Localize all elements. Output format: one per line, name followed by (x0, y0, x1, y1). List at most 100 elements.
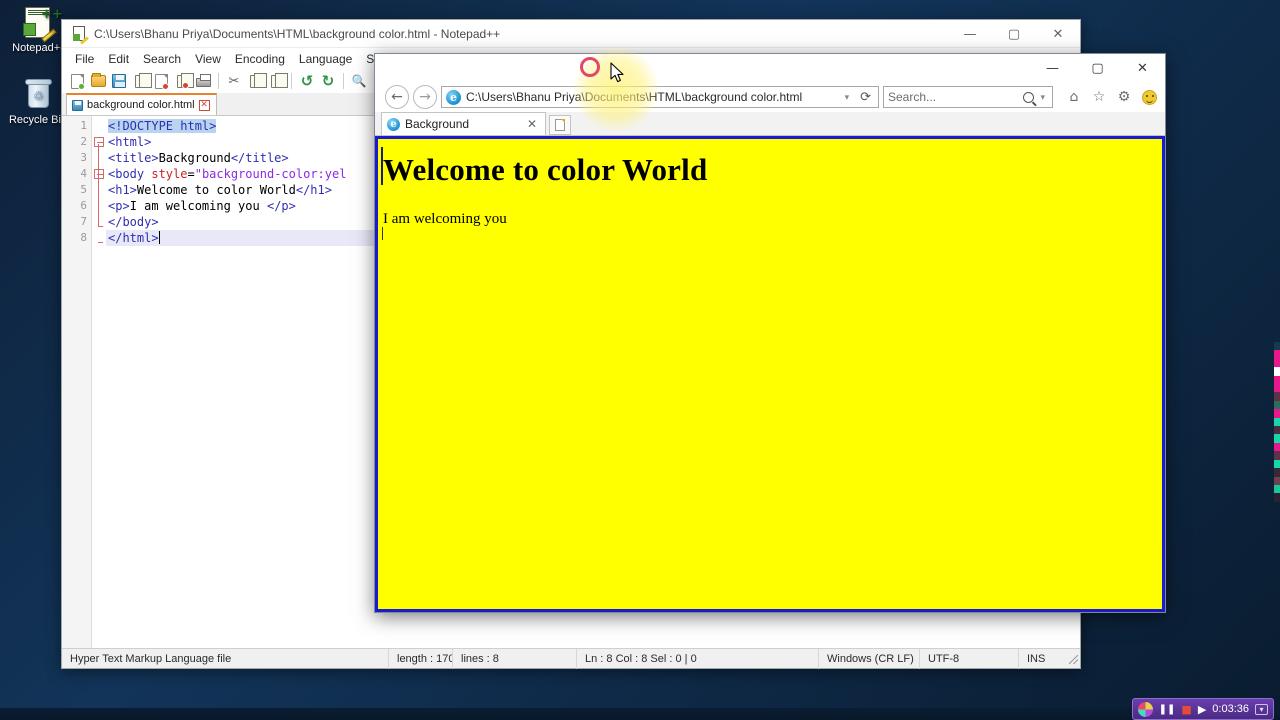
menu-language[interactable]: Language (292, 50, 359, 68)
notepadpp-titlebar[interactable]: C:\Users\Bhanu Priya\Documents\HTML\back… (62, 20, 1080, 48)
notepadpp-statusbar: Hyper Text Markup Language file length :… (62, 648, 1080, 669)
redo-icon[interactable]: ↻ (318, 71, 338, 91)
code-token: <body (108, 167, 152, 181)
timeline-segment (1274, 400, 1280, 410)
timeline-segment (1274, 384, 1280, 393)
recorder-stop-button[interactable]: ■ (1181, 703, 1191, 716)
internet-explorer-icon: e (446, 89, 461, 105)
copy-icon[interactable] (245, 71, 267, 91)
text-cursor-secondary (382, 227, 383, 240)
forward-button-icon[interactable]: → (413, 85, 437, 109)
resize-grip[interactable] (1066, 652, 1080, 666)
new-tab-icon (555, 119, 565, 131)
browser-tool-icons: ⌂ ☆ ⚙ (1057, 87, 1159, 107)
video-timeline-strip (1274, 342, 1280, 502)
cut-icon[interactable]: ✂ (224, 71, 244, 91)
minimize-button[interactable]: — (948, 20, 992, 48)
code-token: "background-color:yel (194, 167, 347, 181)
chevron-down-icon[interactable]: ▾ (842, 92, 853, 103)
search-input[interactable]: Search... ▾ (883, 86, 1053, 108)
new-file-icon[interactable] (67, 71, 87, 91)
close-file-icon[interactable] (151, 71, 171, 91)
browser-maximize-button[interactable]: ▢ (1075, 54, 1120, 82)
timeline-segment (1274, 451, 1280, 460)
favorites-star-icon[interactable]: ☆ (1089, 87, 1109, 107)
save-icon[interactable] (109, 71, 129, 91)
editor-tab-background-color-html[interactable]: background color.html ✕ (66, 93, 217, 115)
line-number: 1 (80, 119, 87, 132)
open-file-icon[interactable] (88, 71, 108, 91)
address-text: C:\Users\Bhanu Priya\Documents\HTML\back… (466, 90, 803, 104)
browser-tab-background[interactable]: e Background ✕ (381, 112, 546, 135)
screen-recorder-widget: ❚❚ ■ ▶ 0:03:36 ▾ (1131, 698, 1274, 720)
toolbar-divider (343, 73, 344, 89)
timeline-segment (1274, 392, 1280, 401)
line-number: 5 (80, 183, 87, 196)
code-token: I am welcoming you (129, 199, 267, 213)
maximize-button[interactable]: ▢ (992, 20, 1036, 48)
status-length: length : 170 (389, 648, 453, 669)
toolbar-divider (218, 73, 219, 89)
web-page-content[interactable]: Welcome to color World I am welcoming yo… (375, 136, 1165, 612)
recorder-play-button[interactable]: ▶ (1198, 703, 1206, 716)
code-token: </body> (108, 215, 159, 229)
timeline-segment (1274, 426, 1280, 435)
tab-close-icon[interactable]: ✕ (198, 99, 210, 111)
refresh-icon[interactable]: ⟳ (857, 90, 874, 105)
code-token: </title> (230, 151, 289, 165)
close-button[interactable]: ✕ (1036, 20, 1080, 48)
notepadpp-app-icon (72, 25, 89, 45)
toolbar-divider (291, 73, 292, 89)
paste-icon[interactable] (266, 71, 288, 91)
smiley-icon[interactable] (1139, 87, 1159, 107)
status-lines: lines : 8 (453, 648, 577, 669)
fold-toggle-icon[interactable] (94, 137, 104, 147)
recorder-pause-button[interactable]: ❚❚ (1159, 704, 1176, 715)
home-icon[interactable]: ⌂ (1064, 87, 1084, 107)
menu-view[interactable]: View (188, 50, 228, 68)
close-all-icon[interactable] (172, 71, 194, 91)
timeline-segment (1274, 442, 1280, 452)
menu-search[interactable]: Search (136, 50, 188, 68)
timeline-segment (1274, 367, 1280, 376)
fold-line (98, 144, 99, 226)
address-bar[interactable]: e C:\Users\Bhanu Priya\Documents\HTML\ba… (441, 86, 879, 108)
menu-encoding[interactable]: Encoding (228, 50, 292, 68)
browser-titlebar[interactable]: — ▢ ✕ (375, 54, 1165, 82)
notepadpp-icon: ++ (21, 6, 63, 43)
timeline-segment (1274, 350, 1280, 359)
undo-icon[interactable]: ↺ (297, 71, 317, 91)
line-number-gutter: 1 2 3 4 5 6 7 8 (62, 116, 92, 648)
find-icon[interactable]: 🔍 (349, 71, 369, 91)
gear-icon[interactable]: ⚙ (1114, 87, 1134, 107)
back-button-icon[interactable]: ← (385, 85, 409, 109)
timeline-segment (1274, 375, 1280, 385)
code-token: </html> (108, 231, 159, 245)
status-position: Ln : 8 Col : 8 Sel : 0 | 0 (577, 648, 819, 669)
taskbar (0, 708, 1280, 720)
save-all-icon[interactable] (130, 71, 152, 91)
code-token: <!DOCTYPE html> (108, 119, 217, 133)
new-tab-button[interactable] (549, 115, 571, 135)
menu-edit[interactable]: Edit (101, 50, 136, 68)
code-fold-column[interactable] (92, 116, 106, 648)
browser-tab-close-icon[interactable]: ✕ (524, 117, 540, 131)
browser-close-button[interactable]: ✕ (1120, 54, 1165, 82)
browser-window-controls: — ▢ ✕ (1030, 54, 1165, 82)
recorder-minimize-button[interactable]: ▾ (1255, 703, 1268, 715)
code-token: style (151, 167, 188, 181)
code-token: Background (158, 151, 231, 165)
tab-save-icon (72, 99, 83, 111)
fold-toggle-icon[interactable] (94, 169, 104, 179)
line-number: 4 (80, 167, 87, 180)
line-number: 8 (80, 231, 87, 244)
search-icon[interactable] (1023, 91, 1035, 103)
browser-minimize-button[interactable]: — (1030, 54, 1075, 82)
timeline-segment (1274, 434, 1280, 443)
menu-file[interactable]: File (68, 50, 101, 68)
search-chevron-down-icon[interactable]: ▾ (1037, 92, 1048, 103)
timeline-segment (1274, 459, 1280, 469)
print-icon[interactable] (193, 71, 213, 91)
browser-tabbar: e Background ✕ (375, 112, 1165, 136)
timeline-segment (1274, 342, 1280, 351)
